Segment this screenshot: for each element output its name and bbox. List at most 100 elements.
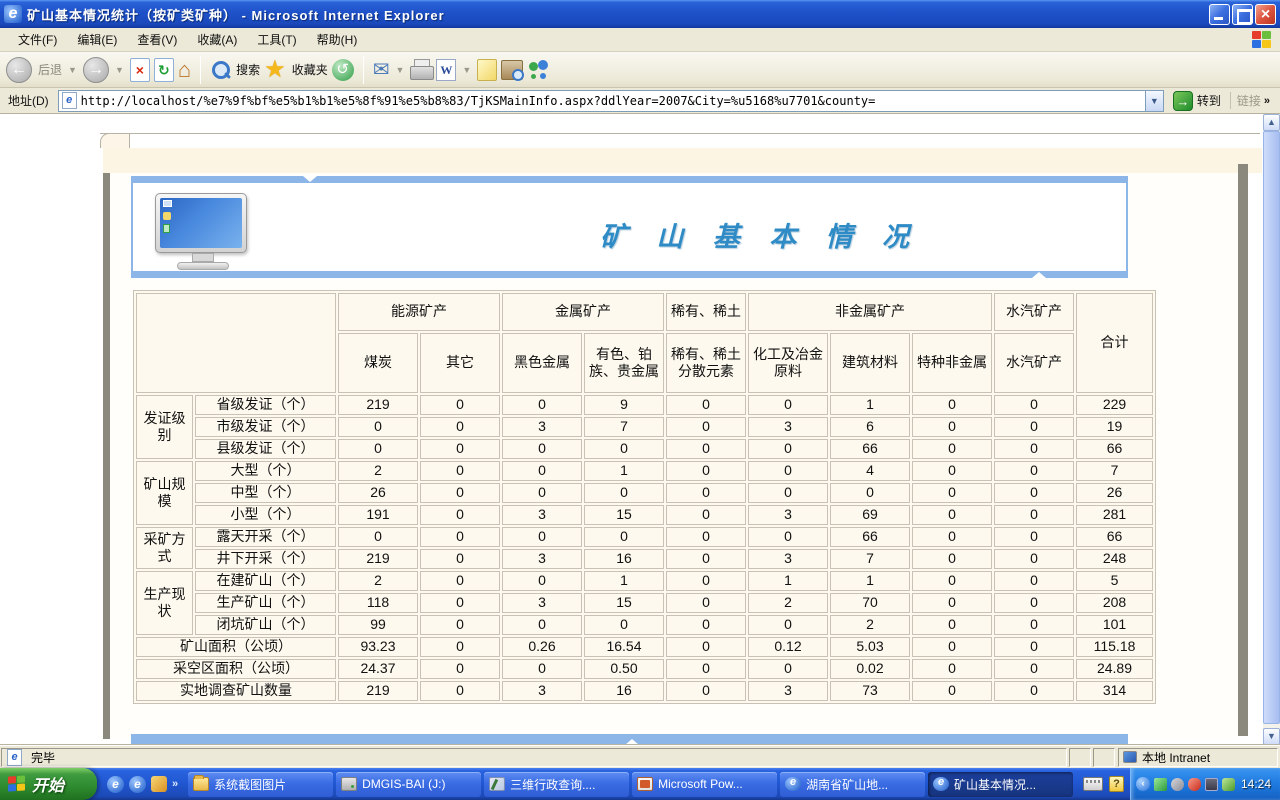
value-cell: 3 bbox=[748, 417, 828, 437]
column-header: 水汽矿产 bbox=[994, 333, 1074, 393]
tray-icon[interactable] bbox=[1188, 778, 1201, 791]
column-header: 化工及冶金原料 bbox=[748, 333, 828, 393]
page-shadow-right bbox=[1238, 164, 1248, 736]
search-button[interactable]: 搜索 bbox=[210, 59, 260, 81]
tray-icon[interactable] bbox=[1222, 778, 1235, 791]
scrollbar-thumb[interactable] bbox=[1263, 131, 1280, 724]
mail-button[interactable]: ✉ ▼ bbox=[373, 59, 407, 81]
row-group-label: 矿山规模 bbox=[136, 461, 193, 525]
task-buttons: 系统截图图片 DMGIS-BAI (J:) 三维行政查询....Microsoft … bbox=[184, 768, 1077, 800]
value-cell: 0 bbox=[912, 439, 992, 459]
column-group-header: 能源矿产 bbox=[338, 293, 500, 331]
column-header: 有色、铂族、贵金属 bbox=[584, 333, 664, 393]
value-cell: 0 bbox=[502, 571, 582, 591]
notes-button[interactable] bbox=[477, 59, 497, 81]
back-dropdown-icon[interactable]: ▼ bbox=[68, 65, 77, 75]
ie-quicklaunch-icon[interactable]: e bbox=[107, 776, 124, 793]
vertical-scrollbar[interactable]: ▲ ▼ bbox=[1263, 114, 1280, 745]
value-cell: 0 bbox=[420, 615, 500, 635]
tray-icon[interactable] bbox=[1205, 778, 1218, 791]
refresh-button[interactable]: ↻ bbox=[154, 58, 174, 82]
taskbar-task-active[interactable]: 矿山基本情况... bbox=[928, 772, 1073, 797]
menu-favorites[interactable]: 收藏(A) bbox=[187, 28, 247, 51]
task-label: DMGIS-BAI (J:) bbox=[362, 777, 445, 791]
value-cell: 0 bbox=[420, 659, 500, 679]
start-button[interactable]: 开始 bbox=[0, 768, 97, 800]
forward-dropdown-icon[interactable]: ▼ bbox=[115, 65, 124, 75]
mine-statistics-table: 能源矿产金属矿产稀有、稀土非金属矿产水汽矿产合计煤炭其它黑色金属有色、铂族、贵金… bbox=[133, 290, 1156, 704]
links-toolbar[interactable]: 链接 » bbox=[1230, 92, 1276, 109]
menu-view[interactable]: 查看(V) bbox=[127, 28, 187, 51]
taskbar-task-button[interactable]: 系统截图图片 bbox=[188, 772, 333, 797]
research-button[interactable] bbox=[501, 60, 523, 80]
value-cell: 0 bbox=[912, 571, 992, 591]
title-bar: e 矿山基本情况统计（按矿类矿种） - Microsoft Internet E… bbox=[0, 0, 1280, 28]
mail-dropdown-icon[interactable]: ▼ bbox=[395, 65, 404, 75]
address-dropdown-icon[interactable]: ▼ bbox=[1145, 91, 1163, 111]
value-cell: 0 bbox=[994, 439, 1074, 459]
menu-tools[interactable]: 工具(T) bbox=[247, 28, 306, 51]
value-cell: 0 bbox=[502, 439, 582, 459]
taskbar-task-button[interactable]: 湖南省矿山地... bbox=[780, 772, 925, 797]
minimize-button[interactable] bbox=[1209, 4, 1230, 25]
value-cell: 0 bbox=[912, 637, 992, 657]
value-cell: 3 bbox=[748, 505, 828, 525]
value-cell: 0 bbox=[912, 483, 992, 503]
menu-edit[interactable]: 编辑(E) bbox=[67, 28, 127, 51]
forward-button[interactable]: → ▼ bbox=[83, 57, 126, 83]
value-cell: 93.23 bbox=[338, 637, 418, 657]
favorites-button[interactable]: ★ 收藏夹 bbox=[264, 58, 328, 82]
scroll-down-icon[interactable]: ▼ bbox=[1263, 728, 1280, 745]
maximize-button[interactable] bbox=[1232, 4, 1253, 25]
word-dropdown-icon[interactable]: ▼ bbox=[462, 65, 471, 75]
close-button[interactable] bbox=[1255, 4, 1276, 25]
value-cell: 0 bbox=[994, 637, 1074, 657]
column-header: 煤炭 bbox=[338, 333, 418, 393]
value-cell: 0 bbox=[584, 527, 664, 547]
address-input[interactable]: e http://localhost/%e7%9f%bf%e5%b1%b1%e5… bbox=[58, 90, 1164, 112]
scroll-up-icon[interactable]: ▲ bbox=[1263, 114, 1280, 131]
menu-file[interactable]: 文件(F) bbox=[8, 28, 67, 51]
value-cell: 0 bbox=[666, 461, 746, 481]
ie-window-icon: e bbox=[4, 5, 22, 23]
quicklaunch-chevron-icon[interactable]: » bbox=[172, 778, 178, 790]
go-button[interactable]: → 转到 bbox=[1169, 91, 1225, 111]
value-cell: 0 bbox=[912, 615, 992, 635]
tray-icon[interactable] bbox=[1154, 778, 1167, 791]
value-cell: 19 bbox=[1076, 417, 1153, 437]
value-cell: 0 bbox=[912, 681, 992, 701]
edit-word-button[interactable]: W ▼ bbox=[436, 59, 473, 81]
value-cell: 0 bbox=[420, 571, 500, 591]
windows-flag-icon bbox=[1252, 31, 1272, 49]
keyboard-icon[interactable] bbox=[1083, 777, 1103, 791]
menu-help[interactable]: 帮助(H) bbox=[307, 28, 368, 51]
ie-quicklaunch-icon[interactable]: e bbox=[129, 776, 146, 793]
value-cell: 0 bbox=[912, 505, 992, 525]
value-cell: 101 bbox=[1076, 615, 1153, 635]
value-cell: 0 bbox=[912, 395, 992, 415]
value-cell: 0 bbox=[912, 527, 992, 547]
history-button[interactable]: ↺ bbox=[332, 59, 354, 81]
url-text[interactable]: http://localhost/%e7%9f%bf%e5%b1%b1%e5%8… bbox=[81, 94, 1145, 108]
value-cell: 0 bbox=[748, 659, 828, 679]
tray-chevron-icon[interactable]: ‹ bbox=[1136, 777, 1150, 791]
print-button[interactable] bbox=[410, 63, 432, 81]
value-cell: 66 bbox=[1076, 527, 1153, 547]
taskbar-task-button[interactable]: 三维行政查询.... bbox=[484, 772, 629, 797]
stop-button[interactable]: × bbox=[130, 58, 150, 82]
tray-icon[interactable] bbox=[1171, 778, 1184, 791]
value-cell: 0 bbox=[666, 681, 746, 701]
links-chevron-icon[interactable]: » bbox=[1264, 95, 1270, 107]
row-label: 生产矿山（个） bbox=[195, 593, 336, 613]
back-button[interactable]: ← 后退 ▼ bbox=[6, 57, 79, 83]
taskbar-task-button[interactable]: DMGIS-BAI (J:) bbox=[336, 772, 481, 797]
outlook-quicklaunch-icon[interactable] bbox=[151, 776, 167, 792]
value-cell: 1 bbox=[830, 571, 910, 591]
taskbar-task-button[interactable]: Microsoft Pow... bbox=[632, 772, 777, 797]
row-group-label: 生产现状 bbox=[136, 571, 193, 635]
home-button[interactable]: ⌂ bbox=[178, 58, 191, 82]
value-cell: 0 bbox=[584, 615, 664, 635]
language-help-icon[interactable]: ? bbox=[1109, 776, 1124, 792]
column-group-header: 金属矿产 bbox=[502, 293, 664, 331]
messenger-button[interactable] bbox=[527, 59, 551, 81]
